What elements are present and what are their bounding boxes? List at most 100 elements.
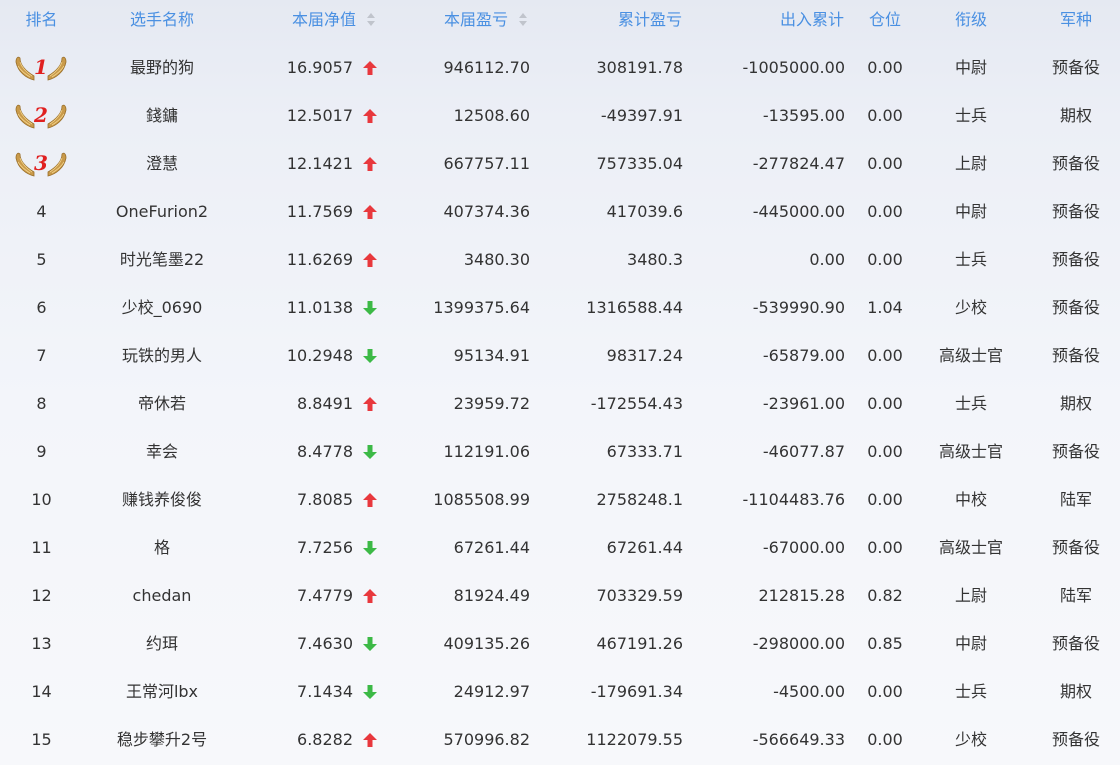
rank-number: 12 bbox=[31, 586, 52, 605]
cumulative-flow: -46077.87 bbox=[762, 442, 845, 461]
cumulative-flow: -539990.90 bbox=[752, 298, 845, 317]
service-branch: 预备役 bbox=[1051, 202, 1100, 221]
cumulative-pnl: 67261.44 bbox=[606, 538, 683, 557]
header-position[interactable]: 仓位 bbox=[855, 0, 915, 40]
period-pnl: 1399375.64 bbox=[433, 298, 530, 317]
table-row[interactable]: 12 chedan 7.4779 81924.49 703329.59 212815.28… bbox=[0, 572, 1120, 620]
header-rank[interactable]: 排名 bbox=[0, 0, 83, 40]
rank-number: 9 bbox=[36, 442, 47, 461]
header-cum-pnl[interactable]: 累计盈亏 bbox=[600, 0, 682, 40]
rank-number: 10 bbox=[31, 490, 52, 509]
position-ratio: 0.00 bbox=[867, 682, 903, 701]
service-branch: 预备役 bbox=[1051, 58, 1100, 77]
table-row[interactable]: 13 约珥 7.4630 409135.26 467191.26 -298000.00 0.… bbox=[0, 620, 1120, 668]
cumulative-pnl: -49397.91 bbox=[600, 106, 683, 125]
military-rank: 中尉 bbox=[954, 58, 987, 77]
sort-nav-icon[interactable] bbox=[366, 13, 376, 27]
header-branch[interactable]: 军种 bbox=[1030, 0, 1120, 40]
arrow-up-icon bbox=[363, 397, 377, 411]
rank-number: 7 bbox=[36, 346, 47, 365]
table-row[interactable]: 11 格 7.7256 67261.44 67261.44 -67000.00 0.00 高级… bbox=[0, 524, 1120, 572]
arrow-down-icon bbox=[363, 637, 377, 651]
net-value: 7.4779 bbox=[297, 586, 353, 605]
player-name: OneFurion2 bbox=[115, 202, 209, 221]
period-pnl: 95134.91 bbox=[453, 346, 530, 365]
cumulative-pnl: 1316588.44 bbox=[586, 298, 683, 317]
cumulative-pnl: 417039.6 bbox=[606, 202, 683, 221]
rank-number: 4 bbox=[36, 202, 47, 221]
table-row[interactable]: 4 OneFurion2 11.7569 407374.36 417039.6 -4450… bbox=[0, 188, 1120, 236]
period-pnl: 570996.82 bbox=[443, 730, 530, 749]
military-rank: 高级士官 bbox=[938, 346, 1003, 365]
cumulative-flow: -4500.00 bbox=[773, 682, 845, 701]
period-pnl: 67261.44 bbox=[453, 538, 530, 557]
cumulative-flow: 212815.28 bbox=[758, 586, 845, 605]
position-ratio: 0.00 bbox=[867, 346, 903, 365]
cumulative-pnl: 98317.24 bbox=[606, 346, 683, 365]
service-branch: 预备役 bbox=[1051, 250, 1100, 269]
table-row[interactable]: 3 澄慧 12.1421 667757.11 757335.04 -277824.47 0.… bbox=[0, 140, 1120, 188]
arrow-up-icon bbox=[363, 205, 377, 219]
service-branch: 预备役 bbox=[1051, 634, 1100, 653]
position-ratio: 0.82 bbox=[867, 586, 903, 605]
table-row[interactable]: 9 幸会 8.4778 112191.06 67333.71 -46077.87 0.00 高… bbox=[0, 428, 1120, 476]
position-ratio: 0.00 bbox=[867, 202, 903, 221]
net-value: 7.4630 bbox=[297, 634, 353, 653]
rank-medal-icon: 3 bbox=[14, 148, 68, 180]
service-branch: 预备役 bbox=[1051, 154, 1100, 173]
rank-number: 8 bbox=[36, 394, 47, 413]
period-pnl: 409135.26 bbox=[443, 634, 530, 653]
rank-number: 6 bbox=[36, 298, 47, 317]
header-period-pnl[interactable]: 本届盈亏 bbox=[420, 0, 508, 40]
table-header: 排名 选手名称 本届净值 本届盈亏 累计盈亏 出入累计 仓位 衔级 军种 bbox=[0, 0, 1120, 40]
military-rank: 上尉 bbox=[954, 154, 987, 173]
period-pnl: 667757.11 bbox=[443, 154, 530, 173]
service-branch: 期权 bbox=[1059, 106, 1092, 125]
table-row[interactable]: 14 王常河lbx 7.1434 24912.97 -179691.34 -4500.00… bbox=[0, 668, 1120, 716]
net-value: 7.8085 bbox=[297, 490, 353, 509]
table-row[interactable]: 6 少校_0690 11.0138 1399375.64 1316588.44 -5399… bbox=[0, 284, 1120, 332]
cumulative-flow: -566649.33 bbox=[752, 730, 845, 749]
military-rank: 少校 bbox=[954, 298, 987, 317]
period-pnl: 946112.70 bbox=[443, 58, 530, 77]
header-name[interactable]: 选手名称 bbox=[82, 0, 242, 40]
net-value: 7.7256 bbox=[297, 538, 353, 557]
sort-period-pnl-icon[interactable] bbox=[518, 13, 528, 27]
net-value: 10.2948 bbox=[286, 346, 353, 365]
cumulative-pnl: 67333.71 bbox=[606, 442, 683, 461]
period-pnl: 407374.36 bbox=[443, 202, 530, 221]
table-row[interactable]: 2 錢鏞 12.5017 12508.60 -49397.91 -13595.00 0.00… bbox=[0, 92, 1120, 140]
table-row[interactable]: 7 玩铁的男人 10.2948 95134.91 98317.24 -65879.00 0.… bbox=[0, 332, 1120, 380]
header-nav[interactable]: 本届净值 bbox=[270, 0, 356, 40]
table-row[interactable]: 1 最野的狗 16.9057 946112.70 308191.78 -1005000.0… bbox=[0, 44, 1120, 92]
cumulative-flow: 0.00 bbox=[809, 250, 845, 269]
cumulative-flow: -13595.00 bbox=[762, 106, 845, 125]
service-branch: 期权 bbox=[1059, 394, 1092, 413]
military-rank: 中校 bbox=[954, 490, 987, 509]
player-name: 玩铁的男人 bbox=[121, 346, 202, 365]
cumulative-flow: -277824.47 bbox=[752, 154, 845, 173]
period-pnl: 3480.30 bbox=[463, 250, 530, 269]
table-row[interactable]: 8 帝休若 8.8491 23959.72 -172554.43 -23961.00 0.0… bbox=[0, 380, 1120, 428]
table-row[interactable]: 10 赚钱养俊俊 7.8085 1085508.99 2758248.1 -1104483… bbox=[0, 476, 1120, 524]
service-branch: 预备役 bbox=[1051, 730, 1100, 749]
header-flow[interactable]: 出入累计 bbox=[760, 0, 844, 40]
position-ratio: 1.04 bbox=[867, 298, 903, 317]
header-mil-rank[interactable]: 衔级 bbox=[920, 0, 1022, 40]
position-ratio: 0.00 bbox=[867, 394, 903, 413]
table-row[interactable]: 15 稳步攀升2号 6.8282 570996.82 1122079.55 -566649… bbox=[0, 716, 1120, 764]
cumulative-pnl: -172554.43 bbox=[590, 394, 683, 413]
arrow-up-icon bbox=[363, 733, 377, 747]
military-rank: 士兵 bbox=[954, 106, 987, 125]
player-name: 约珥 bbox=[145, 634, 178, 653]
table-row[interactable]: 5 时光笔墨22 11.6269 3480.30 3480.3 0.00 0.00 士兵 预备役 bbox=[0, 236, 1120, 284]
net-value: 11.7569 bbox=[286, 202, 353, 221]
arrow-up-icon bbox=[363, 493, 377, 507]
cumulative-flow: -298000.00 bbox=[752, 634, 845, 653]
cumulative-flow: -1005000.00 bbox=[742, 58, 845, 77]
period-pnl: 24912.97 bbox=[453, 682, 530, 701]
cumulative-pnl: 467191.26 bbox=[596, 634, 683, 653]
player-name: 稳步攀升2号 bbox=[116, 730, 208, 749]
military-rank: 上尉 bbox=[954, 586, 987, 605]
military-rank: 士兵 bbox=[954, 250, 987, 269]
